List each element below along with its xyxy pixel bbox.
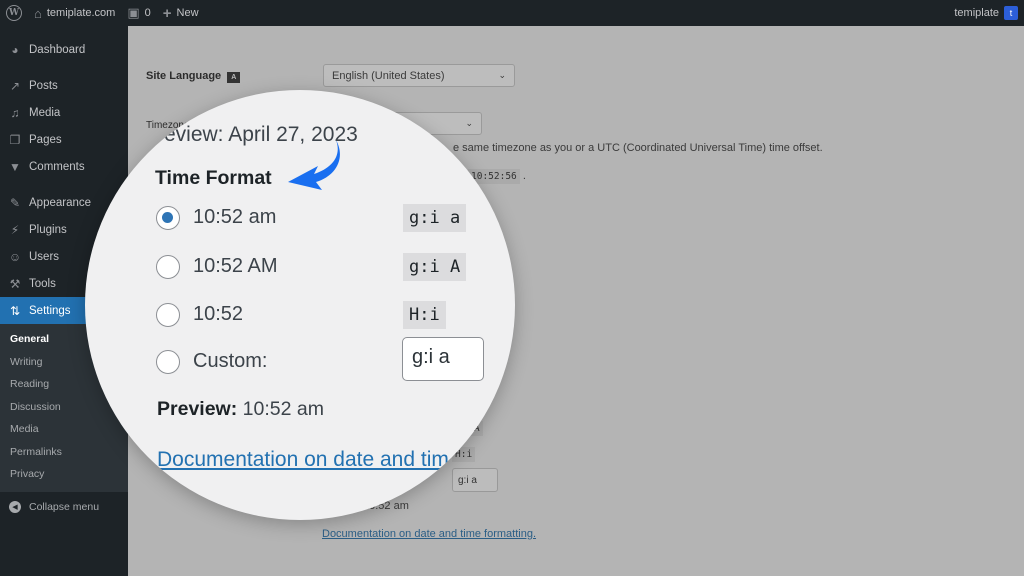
comments-link[interactable]: ▣ 0	[121, 0, 156, 26]
submenu-permalinks[interactable]: Permalinks	[0, 441, 128, 464]
time-preview: Preview: 10:52 am	[157, 398, 324, 421]
user-icon: ☺	[8, 249, 22, 264]
new-label: New	[176, 7, 199, 19]
radio-time-format-2[interactable]	[156, 255, 180, 279]
radio-time-format-3[interactable]	[156, 303, 180, 327]
sidebar-item-posts[interactable]: ↗ Posts	[0, 72, 128, 99]
option-label: 10:52 AM	[193, 255, 278, 277]
radio-time-format-1[interactable]	[156, 206, 180, 230]
dashboard-icon: ◕	[11, 42, 19, 57]
documentation-link-magnified[interactable]: Documentation on date and tim	[157, 448, 449, 472]
sidebar-item-label: Pages	[29, 133, 62, 146]
translate-icon: A	[227, 72, 241, 83]
media-icon: ♫	[10, 105, 20, 120]
sidebar-item-label: Settings	[29, 304, 71, 317]
chevron-down-icon: ⌄	[498, 70, 506, 80]
wordpress-logo-button[interactable]: W	[0, 0, 28, 26]
sidebar-item-label: Users	[29, 250, 60, 263]
settings-icon: ⇅	[9, 303, 21, 318]
site-language-select[interactable]: English (United States) ⌄	[323, 64, 515, 87]
option-label: 10:52 am	[193, 206, 277, 228]
sidebar-item-label: Tools	[29, 277, 56, 290]
format-code: H:i	[403, 301, 446, 329]
user-account-menu[interactable]: temiplate t	[948, 0, 1024, 26]
comment-icon: ▼	[9, 159, 21, 174]
wordpress-logo-icon: W	[6, 5, 22, 21]
time-format-heading: Time Format	[155, 167, 272, 189]
documentation-link[interactable]: Documentation on date and time formattin…	[322, 528, 536, 540]
collapse-arrow-icon: ◀	[9, 500, 21, 513]
comments-count: 0	[144, 7, 151, 19]
submenu-privacy[interactable]: Privacy	[0, 463, 128, 486]
sidebar-item-label: Appearance	[29, 196, 92, 209]
date-preview-label: review:	[157, 123, 224, 146]
sidebar-item-label: Media	[29, 106, 61, 119]
sidebar-item-label: Dashboard	[29, 43, 86, 56]
site-language-text: Site Language	[146, 70, 222, 82]
sidebar-item-label: Posts	[29, 79, 58, 92]
sidebar-item-media[interactable]: ♫ Media	[0, 99, 128, 126]
wrench-icon: ⚒	[9, 276, 21, 291]
site-language-label: Site Language A	[146, 70, 241, 83]
paintbrush-icon: ✎	[9, 195, 21, 210]
collapse-menu-button[interactable]: ◀ Collapse menu	[0, 492, 128, 522]
site-name: temiplate.com	[46, 7, 116, 19]
submenu-media[interactable]: Media	[0, 418, 128, 441]
sidebar-item-label: Comments	[29, 160, 85, 173]
custom-format-input[interactable]: g:i a	[402, 337, 484, 381]
user-name: temiplate	[954, 7, 999, 19]
site-name-link[interactable]: ⌂ temiplate.com	[28, 0, 121, 26]
time-preview-value: 10:52 am	[242, 398, 324, 420]
avatar: t	[1004, 6, 1018, 20]
plugin-icon: ⚡	[10, 222, 20, 237]
option-label: Custom:	[193, 350, 268, 372]
sidebar-item-dashboard[interactable]: ◕ Dashboard	[0, 36, 128, 63]
sidebar-item-comments[interactable]: ▼ Comments	[0, 153, 128, 180]
pin-icon: ↗	[9, 78, 21, 93]
home-icon: ⌂	[34, 5, 42, 21]
site-language-value: English (United States)	[332, 69, 445, 82]
universal-time: 10:52:56 .	[468, 169, 526, 184]
sidebar-item-pages[interactable]: ❐ Pages	[0, 126, 128, 153]
plus-icon: +	[162, 4, 172, 22]
comment-icon: ▣	[127, 5, 140, 20]
option-label: 10:52	[193, 303, 244, 325]
admin-bar: W ⌂ temiplate.com ▣ 0 + New temiplate t	[0, 0, 1024, 26]
format-code: g:i a	[403, 204, 467, 232]
time-preview-label: Preview:	[157, 398, 238, 420]
chevron-down-icon: ⌄	[465, 118, 473, 128]
timezone-hint: e same timezone as you or a UTC (Coordin…	[453, 142, 823, 154]
format-code: g:i A	[403, 253, 467, 281]
pointer-arrow-icon	[288, 140, 340, 190]
new-content-button[interactable]: + New	[157, 0, 205, 26]
sidebar-item-label: Plugins	[29, 223, 67, 236]
custom-format-input-bg[interactable]: g:i a	[452, 468, 498, 492]
collapse-label: Collapse menu	[29, 500, 100, 513]
pages-icon: ❐	[9, 132, 21, 147]
radio-time-format-custom[interactable]	[156, 350, 180, 374]
